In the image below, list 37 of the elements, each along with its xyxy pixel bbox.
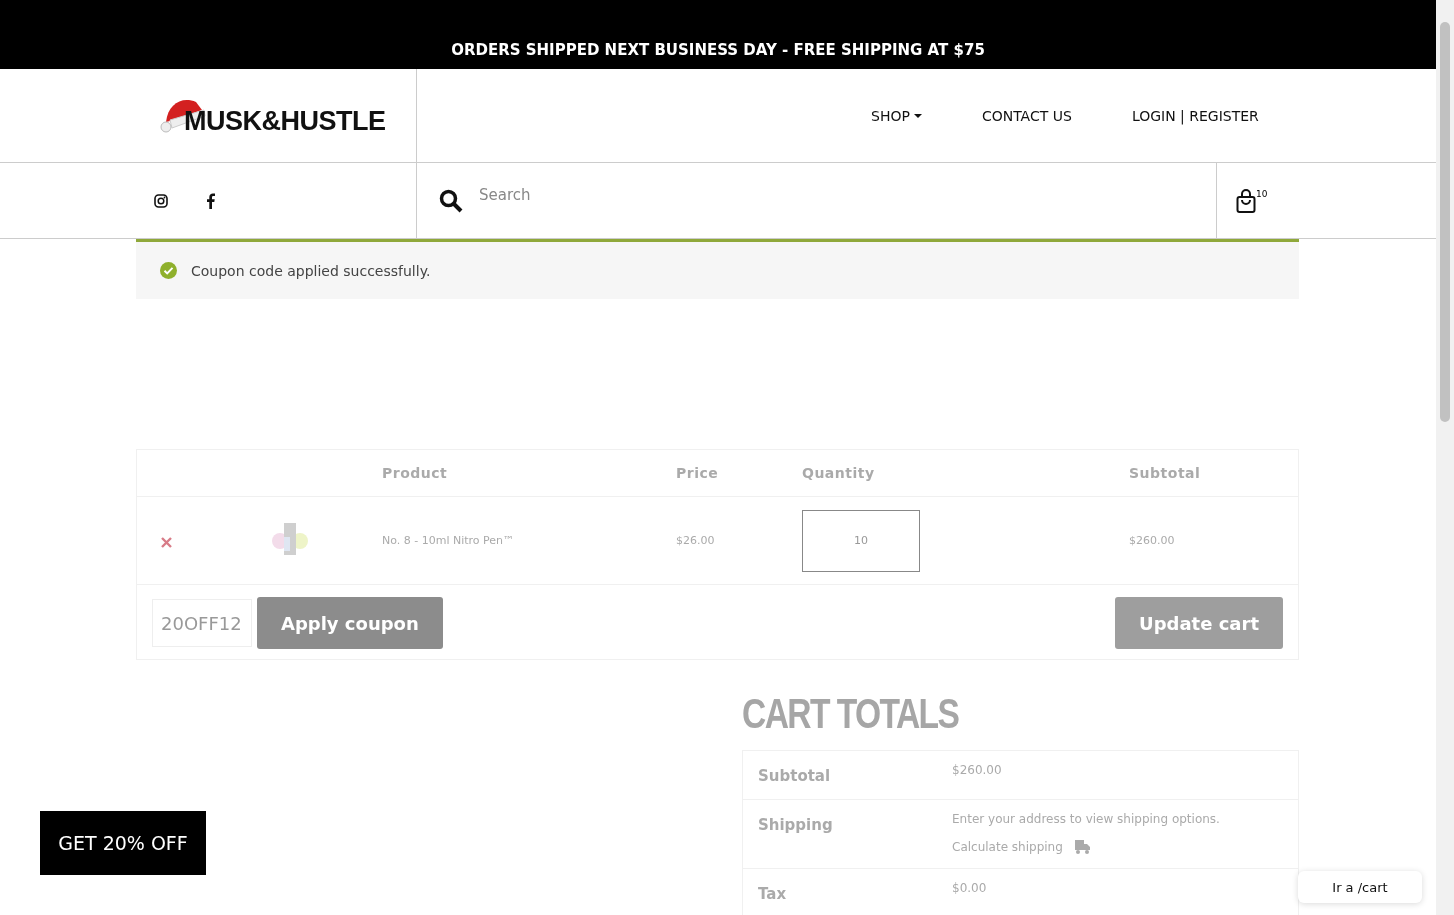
coupon-field[interactable]: 20OFF12 bbox=[152, 599, 252, 647]
caret-icon bbox=[913, 113, 922, 118]
column-header: Subtotal bbox=[1129, 465, 1202, 481]
shipping-note: Enter your address to view shipping options. bbox=[952, 812, 1221, 826]
column-header: Price bbox=[676, 465, 720, 481]
subtotal-cell-text: $260.00 bbox=[1129, 534, 1176, 547]
nav-link[interactable]: LOGIN | REGISTER bbox=[1131, 107, 1259, 124]
calculate-shipping-link[interactable]: Calculate shipping bbox=[952, 840, 1063, 854]
row-label: Tax bbox=[758, 884, 788, 903]
column-header: Product bbox=[382, 465, 449, 481]
logo-text[interactable]: MUSK&HUSTLE bbox=[184, 106, 386, 137]
column-header: Quantity bbox=[802, 465, 876, 481]
tooltip: Ir a /cart bbox=[1298, 871, 1422, 903]
nav-link[interactable]: CONTACT US bbox=[981, 107, 1072, 124]
apply-coupon-button[interactable]: Apply coupon bbox=[257, 597, 443, 649]
amount-text: $0.00 bbox=[952, 881, 988, 897]
price-cell-text: $26.00 bbox=[676, 534, 716, 547]
instagram-icon[interactable] bbox=[154, 193, 168, 208]
check-circle-icon bbox=[160, 262, 177, 279]
product-name[interactable]: No. 8 - 10ml Nitro Pen™ bbox=[382, 534, 676, 547]
nav-dropdown[interactable]: SHOP bbox=[871, 107, 922, 124]
quantity-field[interactable]: 10 bbox=[802, 509, 920, 572]
truck-icon bbox=[1074, 840, 1090, 854]
section-heading: CART TOTALS bbox=[742, 690, 960, 738]
discount-button[interactable]: GET 20% OFF bbox=[40, 811, 206, 875]
remove-icon[interactable] bbox=[161, 536, 172, 548]
search-icon bbox=[439, 188, 463, 213]
row-label: Shipping bbox=[758, 815, 834, 836]
facebook-icon[interactable] bbox=[206, 192, 215, 209]
announcement-text: ORDERS SHIPPED NEXT BUSINESS DAY - FREE SHIPPING AT $75 bbox=[451, 41, 985, 59]
amount-text: $260.00 bbox=[952, 763, 1003, 779]
cart-count: 10 bbox=[1256, 189, 1268, 199]
search-field[interactable]: Search bbox=[417, 163, 1217, 238]
scrollbar[interactable] bbox=[1436, 0, 1454, 915]
row-label: Subtotal bbox=[758, 766, 832, 785]
shopping-bag-icon[interactable] bbox=[1236, 188, 1256, 213]
notice-text: Coupon code applied successfully. bbox=[191, 262, 431, 279]
